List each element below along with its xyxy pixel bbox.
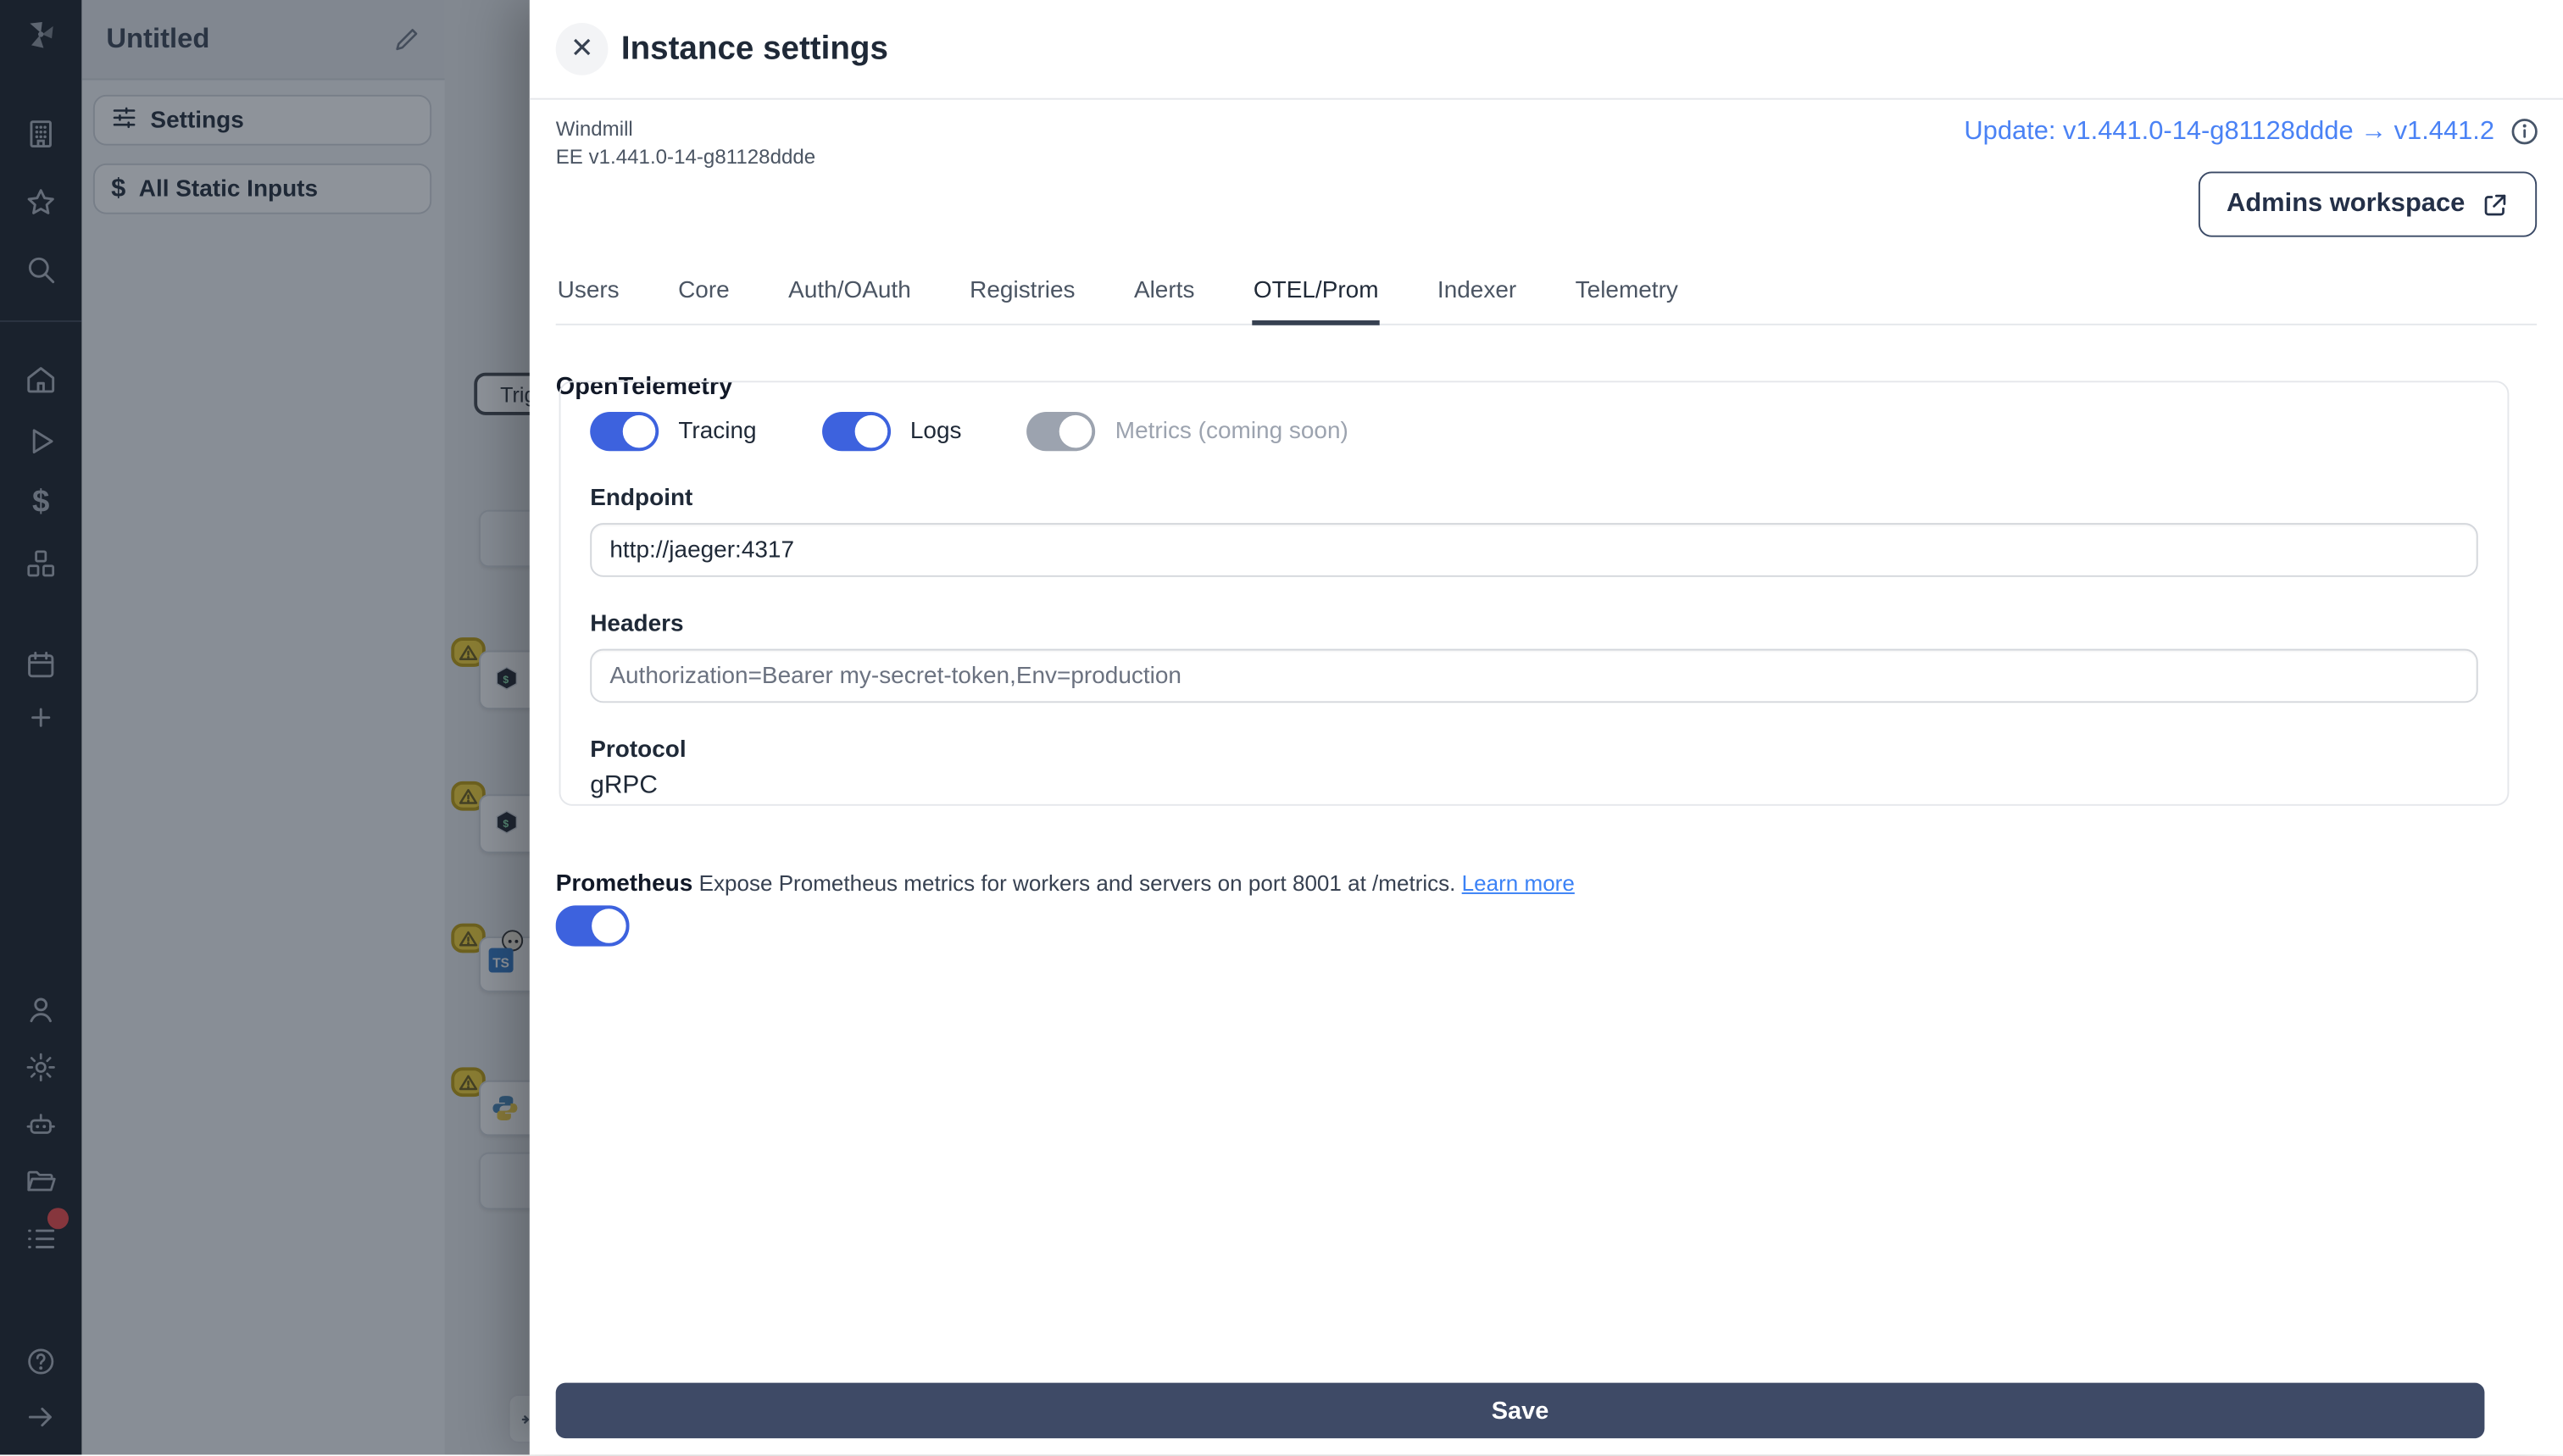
tab-users[interactable]: Users [556,263,621,325]
prometheus-row: Prometheus Expose Prometheus metrics for… [556,871,1575,897]
version-block: Windmill EE v1.441.0-14-g81128ddde [556,116,816,171]
otel-toggle-row: Tracing Logs Metrics (coming soon) [590,411,2477,452]
logs-label: Logs [909,418,962,445]
info-icon[interactable] [2509,116,2540,147]
tab-registries[interactable]: Registries [968,263,1076,325]
prometheus-toggle-wrap [555,905,630,947]
prometheus-toggle[interactable] [555,905,630,947]
tab-alerts[interactable]: Alerts [1132,263,1196,325]
close-button[interactable]: ✕ [555,22,609,75]
admins-workspace-label: Admins workspace [2227,189,2466,218]
update-row: Update: v1.441.0-14-g81128ddde → v1.441.… [1964,116,2540,147]
tab-telemetry[interactable]: Telemetry [1574,263,1680,325]
logs-toggle-item: Logs [821,411,962,452]
metrics-label: Metrics (coming soon) [1115,418,1348,445]
endpoint-input[interactable] [590,523,2478,577]
settings-tabs: Users Core Auth/OAuth Registries Alerts … [555,263,2538,325]
windmill-app: $ [0,0,2563,1456]
tab-indexer[interactable]: Indexer [1436,263,1518,325]
metrics-toggle-item: Metrics (coming soon) [1026,411,1348,452]
modal-backdrop[interactable] [0,0,530,1455]
close-icon: ✕ [570,32,594,64]
protocol-value: gRPC [590,771,658,800]
tab-otel-prom[interactable]: OTEL/Prom [1251,263,1381,325]
otel-settings-box: Tracing Logs Metrics (coming soon) Endpo… [559,381,2510,806]
tab-core[interactable]: Core [676,263,731,325]
app-name: Windmill [555,117,633,141]
edition-version: EE v1.441.0-14-g81128ddde [555,145,816,169]
protocol-label: Protocol [590,736,687,764]
prometheus-heading: Prometheus [555,870,693,897]
prometheus-description: Expose Prometheus metrics for workers an… [698,870,1456,896]
logs-toggle[interactable] [821,411,891,452]
drawer-header: ✕ Instance settings [529,0,2563,100]
drawer-title: Instance settings [620,30,888,67]
headers-input[interactable] [590,648,2478,703]
tracing-toggle-item: Tracing [590,411,757,452]
tracing-label: Tracing [678,418,757,445]
save-button[interactable]: Save [555,1382,2485,1439]
metrics-toggle[interactable] [1026,411,1096,452]
tracing-toggle[interactable] [590,411,659,452]
headers-label: Headers [590,611,684,638]
update-link[interactable]: Update: v1.441.0-14-g81128ddde → v1.441.… [1964,117,2494,147]
instance-settings-drawer: ✕ Instance settings Windmill EE v1.441.0… [529,0,2563,1456]
admins-workspace-button[interactable]: Admins workspace [2199,171,2538,237]
external-link-icon [2484,193,2506,215]
drawer-body: Windmill EE v1.441.0-14-g81128ddde Updat… [530,100,2563,1456]
endpoint-label: Endpoint [590,485,693,512]
learn-more-link[interactable]: Learn more [1462,871,1575,896]
tab-auth-oauth[interactable]: Auth/OAuth [787,263,912,325]
